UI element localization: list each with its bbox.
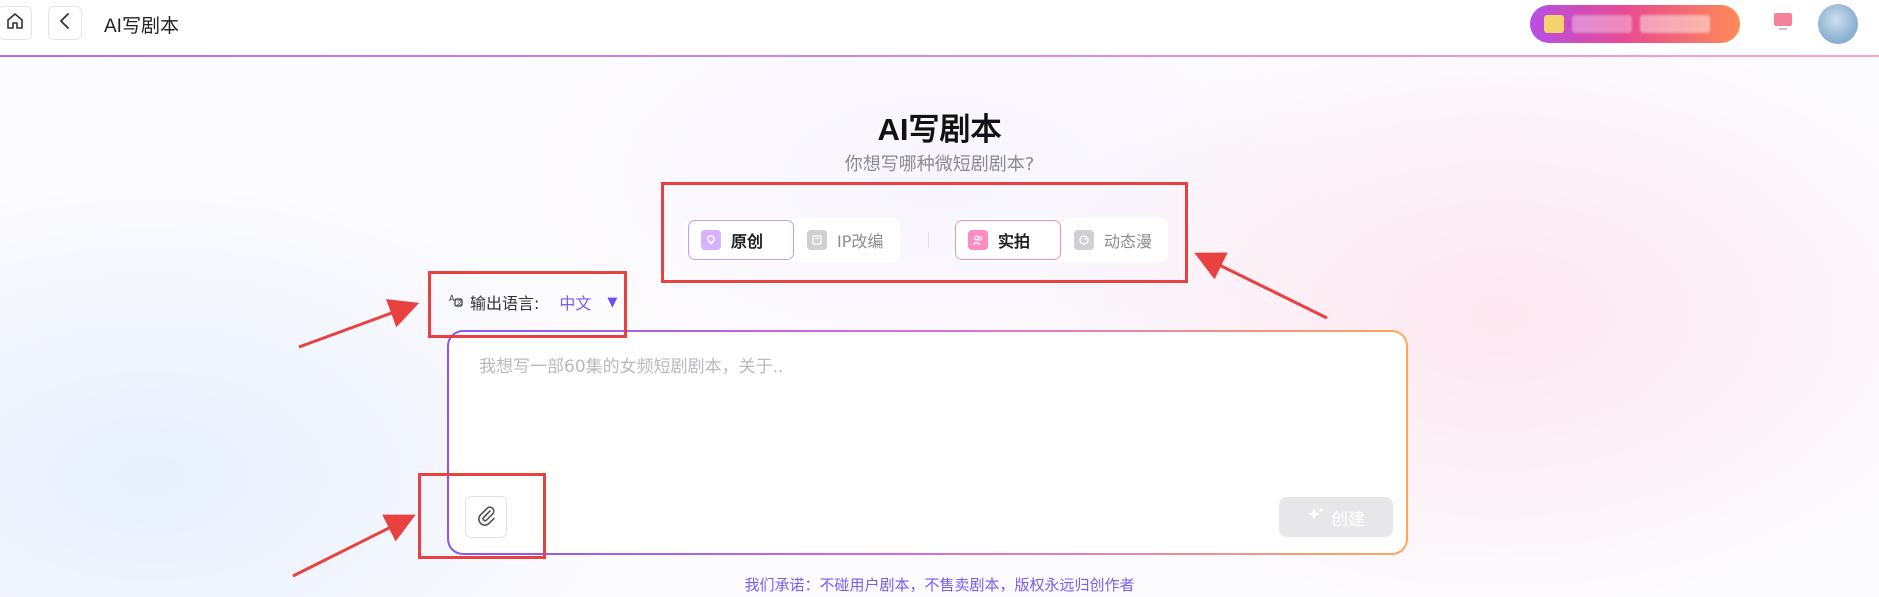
privacy-promise: 我们承诺：不碰用户剧本，不售卖剧本，版权永远归创作者 — [744, 576, 1135, 594]
header-gradient-divider — [0, 55, 1879, 57]
header-title: AI写剧本 — [104, 16, 179, 37]
back-button[interactable] — [48, 6, 82, 40]
coin-icon — [1544, 15, 1564, 33]
prompt-editor-frame: 创建 — [447, 330, 1408, 555]
create-button[interactable]: 创建 — [1279, 497, 1393, 537]
top-header: AI写剧本 — [0, 0, 1879, 56]
prompt-input[interactable] — [479, 352, 1359, 442]
sparkle-icon — [1307, 506, 1325, 529]
annotation-box-attach — [418, 473, 546, 559]
back-arrow-icon — [56, 12, 74, 34]
page-subtitle: 你想写哪种微短剧剧本? — [844, 154, 1035, 175]
prompt-editor: 创建 — [449, 332, 1406, 553]
user-avatar[interactable] — [1818, 4, 1858, 44]
create-button-label: 创建 — [1331, 509, 1365, 529]
blurred-upgrade-label — [1640, 15, 1710, 33]
membership-pill[interactable] — [1530, 5, 1740, 43]
home-button[interactable] — [0, 6, 32, 40]
notification-icon[interactable] — [1770, 8, 1796, 34]
annotation-box-type-toggles — [661, 182, 1188, 283]
page-title: AI写剧本 — [877, 112, 1002, 147]
blurred-balance — [1572, 15, 1632, 33]
home-icon — [5, 11, 25, 35]
annotation-box-language — [428, 271, 627, 338]
